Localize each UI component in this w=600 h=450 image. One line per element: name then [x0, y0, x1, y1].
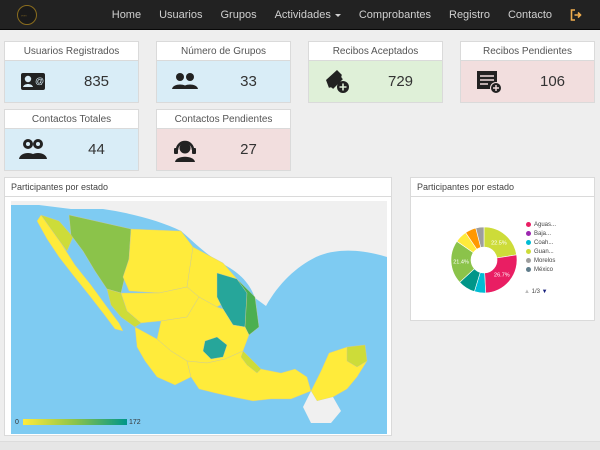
pager-label: 1/3: [531, 289, 540, 295]
nav-contacto[interactable]: Contacto: [508, 9, 552, 21]
nav-grupos[interactable]: Grupos: [221, 9, 257, 21]
legend-dot: [526, 267, 531, 272]
color-scale-bar: [23, 419, 127, 425]
card-title: Número de Grupos: [157, 42, 290, 61]
caret-down-icon: [334, 13, 341, 17]
nav-home[interactable]: Home: [112, 9, 141, 21]
legend-dot: [526, 231, 531, 236]
contactos-pendientes-card: Contactos Pendientes 27: [156, 109, 291, 171]
legend-dot: [526, 249, 531, 254]
mexico-geo-chart[interactable]: 0 172: [11, 201, 387, 434]
nav-comprobantes[interactable]: Comprobantes: [359, 9, 431, 21]
legend-item[interactable]: México: [526, 267, 553, 273]
scale-max-label: 172: [129, 419, 141, 426]
scale-min-label: 0: [15, 419, 19, 426]
pager-prev-icon[interactable]: ▲: [524, 289, 530, 295]
pager-next-icon[interactable]: ▼: [542, 289, 548, 295]
legend-pager: ▲ 1/3 ▼: [524, 289, 548, 295]
card-title: Contactos Pendientes: [157, 110, 290, 129]
pie-slice-label: 26.7%: [494, 272, 510, 278]
card-value: 27: [240, 141, 257, 158]
pie-slice-label: 22.5%: [491, 241, 507, 247]
brand-logo[interactable]: ◦◦◦◦: [17, 5, 37, 25]
pie-panel: Participantes por estado 22.5% 26.7% 21.4%…: [410, 177, 595, 321]
nav-usuarios[interactable]: Usuarios: [159, 9, 202, 21]
receipt-add-icon: [477, 71, 502, 94]
legend-item[interactable]: Morelos: [526, 258, 555, 264]
user-card-icon: @: [21, 73, 45, 90]
legend-item[interactable]: Baja...: [526, 231, 551, 237]
pie-slice-label: 21.4%: [453, 260, 469, 266]
card-title: Recibos Aceptados: [309, 42, 442, 61]
legend-item[interactable]: Coah...: [526, 240, 553, 246]
participants-donut-chart[interactable]: 22.5% 26.7% 21.4%: [449, 225, 519, 295]
nav-actividades[interactable]: Actividades: [275, 9, 341, 21]
numero-grupos-card: Número de Grupos 33: [156, 41, 291, 103]
nav-actividades-label: Actividades: [274, 9, 331, 21]
legend-item[interactable]: Aguas...: [526, 222, 556, 228]
recibos-pendientes-card: Recibos Pendientes 106: [460, 41, 595, 103]
nav-registro[interactable]: Registro: [449, 9, 490, 21]
usuarios-registrados-card: Usuarios Registrados @ 835: [4, 41, 139, 103]
card-value: 33: [240, 73, 257, 90]
card-title: Contactos Totales: [5, 110, 138, 129]
logout-icon[interactable]: [570, 9, 582, 21]
panel-title: Participantes por estado: [411, 178, 594, 197]
card-value: 106: [539, 73, 566, 90]
legend-dot: [526, 240, 531, 245]
support-agent-icon: [174, 140, 196, 162]
card-title: Usuarios Registrados: [5, 42, 138, 61]
recibos-aceptados-card: Recibos Aceptados 729: [308, 41, 443, 103]
card-title: Recibos Pendientes: [461, 42, 594, 61]
nav-menu: Home Usuarios Grupos Actividades Comprob…: [94, 0, 582, 30]
legend-item[interactable]: Guan...: [526, 249, 554, 255]
ticket-add-icon: [326, 70, 349, 93]
card-value: 44: [88, 141, 105, 158]
footer-bar: [0, 441, 600, 450]
card-value: 729: [387, 73, 414, 90]
chihuahua[interactable]: [122, 228, 194, 294]
contacts-icon: [19, 139, 47, 159]
legend-dot: [526, 258, 531, 263]
navbar: ◦◦◦◦ Home Usuarios Grupos Actividades Co…: [0, 0, 600, 30]
panel-title: Participantes por estado: [5, 178, 391, 197]
contactos-totales-card: Contactos Totales 44: [4, 109, 139, 171]
legend-dot: [526, 222, 531, 227]
svg-text:@: @: [35, 76, 44, 86]
map-panel: Participantes por estado 0 172: [4, 177, 392, 436]
pie-legend: Aguas... Baja... Coah... Guan... Morelos…: [526, 222, 592, 282]
card-value: 835: [83, 73, 110, 90]
group-icon: [172, 73, 198, 89]
